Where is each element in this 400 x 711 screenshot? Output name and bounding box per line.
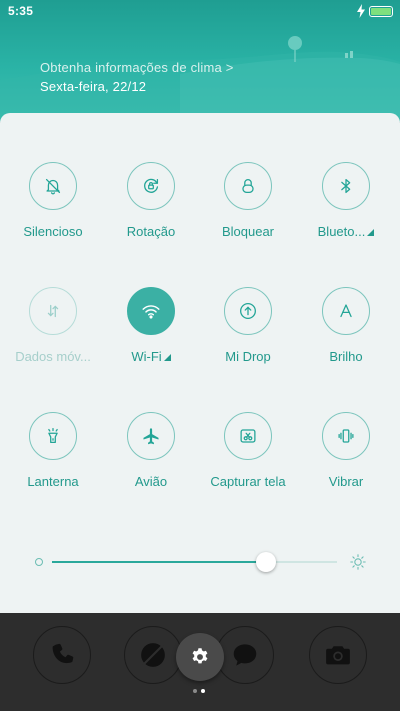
toggle-mobile-data[interactable]: Dados móv... [3, 287, 103, 366]
toggle-label-text: Wi-Fi [131, 349, 162, 364]
toggle-lock[interactable]: Bloquear [198, 162, 298, 241]
toggle-label: Dados móv... [15, 349, 91, 364]
toggle-label-text: Blueto... [317, 224, 366, 239]
lock-icon [224, 162, 272, 210]
bell-off-icon [29, 162, 77, 210]
toggle-label: Rotação [126, 224, 176, 239]
browser-icon [141, 643, 165, 667]
page-dot [193, 689, 197, 693]
quick-settings-panel: Silencioso Rotação Bloquear Blueto... Da… [0, 113, 400, 613]
wifi-icon [127, 287, 175, 335]
bluetooth-icon [322, 162, 370, 210]
flashlight-icon [29, 412, 77, 460]
date-text: Sexta-feira, 22/12 [40, 79, 147, 94]
battery-icon [369, 6, 393, 17]
more-indicator-icon [367, 229, 375, 236]
toggle-label: Vibrar [328, 474, 364, 489]
toggle-silent[interactable]: Silencioso [3, 162, 103, 241]
airplane-icon [127, 412, 175, 460]
page-indicator [193, 689, 213, 695]
charging-bolt-icon [357, 4, 365, 18]
mi-drop-icon [224, 287, 272, 335]
vibrate-icon [322, 412, 370, 460]
phone-icon [52, 643, 74, 664]
phone-app[interactable] [33, 626, 91, 684]
screenshot-icon [224, 412, 272, 460]
brightness-auto-icon [322, 287, 370, 335]
toggle-flashlight[interactable]: Lanterna [3, 412, 103, 491]
toggle-screenshot[interactable]: Capturar tela [198, 412, 298, 491]
camera-icon [326, 646, 350, 665]
brightness-track[interactable] [52, 561, 337, 563]
toggle-label-with-more: Wi-Fi [131, 349, 171, 364]
toggle-bluetooth[interactable]: Blueto... [296, 162, 396, 241]
toggle-rotation[interactable]: Rotação [101, 162, 201, 241]
toggle-airplane[interactable]: Avião [101, 412, 201, 491]
brightness-slider[interactable] [0, 550, 400, 580]
toggle-label: Avião [134, 474, 168, 489]
toggle-label: Bloquear [221, 224, 275, 239]
brightness-thumb[interactable] [255, 552, 276, 572]
rotation-lock-icon [127, 162, 175, 210]
brightness-low-icon [35, 558, 43, 566]
status-time: 5:35 [8, 4, 34, 18]
notification-header: 5:35 Obtenha informações de clima > Sext… [0, 0, 400, 122]
settings-button[interactable] [176, 633, 224, 681]
toggle-mi-drop[interactable]: Mi Drop [198, 287, 298, 366]
toggle-label-with-more: Blueto... [318, 224, 375, 239]
status-bar: 5:35 [0, 0, 400, 22]
toggle-brightness[interactable]: Brilho [296, 287, 396, 366]
page-dot-active [201, 689, 205, 693]
messages-app[interactable] [216, 626, 274, 684]
toggle-wifi[interactable]: Wi-Fi [101, 287, 201, 366]
brightness-fill [52, 561, 266, 563]
messages-icon [233, 644, 257, 666]
brightness-high-icon [350, 554, 366, 570]
settings-gear-icon [192, 648, 208, 664]
toggle-label: Lanterna [27, 474, 79, 489]
toggle-vibrate[interactable]: Vibrar [296, 412, 396, 491]
mobile-data-icon [29, 287, 77, 335]
battery-level [371, 8, 391, 15]
toggle-label: Mi Drop [225, 349, 271, 364]
camera-app[interactable] [309, 626, 367, 684]
browser-app[interactable] [124, 626, 182, 684]
more-indicator-icon [163, 354, 171, 361]
toggle-label: Brilho [329, 349, 363, 364]
weather-link[interactable]: Obtenha informações de clima > [40, 60, 234, 75]
toggle-label: Capturar tela [210, 474, 286, 489]
toggle-label: Silencioso [23, 224, 83, 239]
